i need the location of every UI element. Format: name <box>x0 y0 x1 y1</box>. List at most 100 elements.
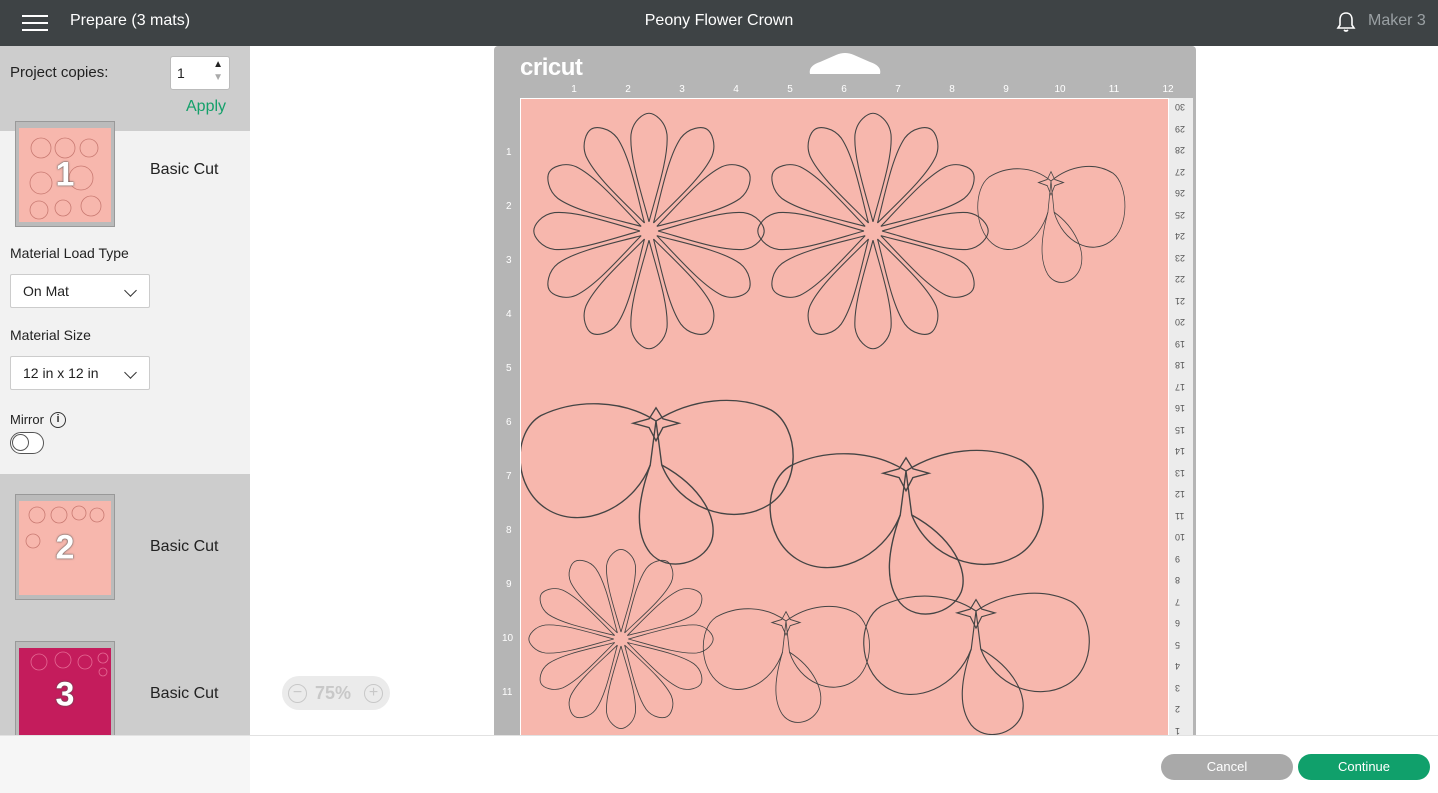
cut-shapes <box>519 112 1126 735</box>
ruler-tick-label: 1 <box>571 84 577 95</box>
flower-shape <box>533 112 765 350</box>
ruler-tick-label: 11 <box>1175 510 1185 521</box>
mat-hanger-icon <box>809 53 881 74</box>
mat-row-2[interactable]: 2 Basic Cut <box>0 474 250 621</box>
flower-shape <box>702 605 870 723</box>
material-size-label: Material Size <box>10 327 91 343</box>
spin-down-icon[interactable]: ▼ <box>213 72 223 83</box>
zoom-out-icon[interactable]: − <box>288 684 307 703</box>
ruler-tick-label: 17 <box>1175 381 1186 392</box>
ruler-tick-label: 12 <box>1175 489 1186 499</box>
hamburger-icon[interactable] <box>22 12 48 34</box>
mat-thumbnail-surface: 1 <box>19 128 111 222</box>
ruler-tick-label: 6 <box>841 84 847 95</box>
ruler-tick-label: 2 <box>1175 704 1181 714</box>
ruler-tick-label: 4 <box>733 84 739 95</box>
ruler-tick-label: 11 <box>1108 84 1120 95</box>
project-copies-label: Project copies: <box>10 64 109 81</box>
ruler-tick-label: 20 <box>1175 317 1186 327</box>
ruler-tick-label: 7 <box>1175 596 1181 607</box>
ruler-tick-label: 13 <box>1175 467 1186 478</box>
ruler-tick-label: 4 <box>506 309 512 320</box>
ruler-tick-label: 18 <box>1175 360 1186 370</box>
mat-row-1[interactable]: 1 Basic Cut Material Load Type On Mat Ma… <box>0 121 250 474</box>
chevron-down-icon <box>124 366 137 379</box>
ruler-tick-label: 16 <box>1175 403 1186 413</box>
sidebar: Project copies: 1 ▲ ▼ Apply 1 Basic Cut <box>0 46 250 735</box>
ruler-tick-label: 3 <box>506 255 512 266</box>
continue-button[interactable]: Continue <box>1298 754 1430 780</box>
ruler-tick-label: 2 <box>625 84 631 95</box>
flower-shape <box>528 548 714 730</box>
ruler-tick-label: 8 <box>506 525 512 536</box>
ruler-tick-label: 1 <box>506 147 512 158</box>
machine-selector[interactable]: Maker 3 <box>1368 12 1426 30</box>
material-load-type-label: Material Load Type <box>10 245 129 261</box>
cricut-logo: cricut <box>520 54 583 81</box>
ruler-tick-label: 7 <box>895 84 901 95</box>
ruler-tick-label: 10 <box>1175 532 1186 542</box>
ruler-tick-label: 6 <box>1175 618 1181 628</box>
ruler-tick-label: 4 <box>1175 661 1181 671</box>
ruler-tick-label: 14 <box>1175 446 1186 456</box>
ruler-tick-label: 25 <box>1175 209 1186 220</box>
project-title: Peony Flower Crown <box>644 12 794 29</box>
ruler-tick-label: 28 <box>1175 145 1186 155</box>
project-copies-input[interactable]: 1 ▲ ▼ <box>170 56 230 90</box>
toggle-knob <box>12 434 29 451</box>
ruler-tick-label: 15 <box>1175 424 1186 435</box>
ruler-tick-label: 11 <box>502 687 513 698</box>
ruler-tick-label: 9 <box>506 579 512 590</box>
ruler-tick-label: 19 <box>1175 338 1186 349</box>
material-load-type-value: On Mat <box>23 283 69 299</box>
mat-preview-canvas[interactable]: cricut 1 2 3 4 5 6 7 8 9 10 11 12 1 2 3 4 5 6 7 8 9 10 11 30 2… <box>250 46 1438 735</box>
ruler-tick-label: 27 <box>1175 166 1186 177</box>
spin-up-icon[interactable]: ▲ <box>213 59 223 70</box>
ruler-tick-label: 10 <box>1054 84 1066 95</box>
project-copies-value: 1 <box>177 65 185 81</box>
mirror-toggle[interactable] <box>10 432 44 454</box>
ruler-tick-label: 29 <box>1175 123 1186 134</box>
mat-thumbnail-1[interactable]: 1 <box>15 121 115 227</box>
bell-icon[interactable] <box>1336 11 1356 33</box>
mat-cut-area[interactable] <box>519 98 1169 735</box>
ruler-tick-label: 30 <box>1175 102 1186 112</box>
mat-label-1: Basic Cut <box>150 161 219 178</box>
ruler-tick-label: 5 <box>506 363 512 374</box>
mat-row-3[interactable]: 3 Basic Cut <box>0 621 250 735</box>
ruler-tick-label: 9 <box>1175 553 1181 564</box>
ruler-tick-label: 2 <box>506 201 512 212</box>
project-copies-panel: Project copies: 1 ▲ ▼ Apply <box>0 46 250 131</box>
ruler-tick-label: 8 <box>1175 575 1181 585</box>
ruler-tick-label: 3 <box>1175 682 1181 693</box>
flower-shape <box>769 449 1044 615</box>
ruler-tick-label: 22 <box>1175 274 1186 284</box>
mat-thumbnail-surface: 3 <box>19 648 111 735</box>
mat-thumbnail-3[interactable]: 3 <box>15 641 115 735</box>
ruler-tick-label: 3 <box>679 84 685 95</box>
info-icon[interactable]: i <box>50 412 66 428</box>
ruler-tick-label: 24 <box>1175 231 1186 241</box>
cutting-mat: cricut 1 2 3 4 5 6 7 8 9 10 11 12 1 2 3 4 5 6 7 8 9 10 11 30 2… <box>494 46 1196 735</box>
mat-number-2: 2 <box>55 528 75 567</box>
ruler-tick-label: 1 <box>1175 725 1181 736</box>
ruler-tick-label: 6 <box>506 417 512 428</box>
mat-number-3: 3 <box>55 675 75 714</box>
apply-button[interactable]: Apply <box>186 98 226 116</box>
flower-shape <box>757 112 989 350</box>
ruler-tick-label: 5 <box>787 84 793 95</box>
ruler-tick-label: 21 <box>1175 295 1186 306</box>
cancel-button[interactable]: Cancel <box>1161 754 1293 780</box>
zoom-in-icon[interactable]: + <box>364 684 383 703</box>
zoom-level: 75% <box>315 683 352 703</box>
zoom-control: − 75% + <box>282 676 390 710</box>
material-size-select[interactable]: 12 in x 12 in <box>10 356 150 390</box>
mat-label-3: Basic Cut <box>150 685 219 702</box>
ruler-tick-label: 23 <box>1175 252 1186 263</box>
mat-label-2: Basic Cut <box>150 538 219 555</box>
top-bar: Prepare (3 mats) Peony Flower Crown Make… <box>0 0 1438 46</box>
mat-thumbnail-2[interactable]: 2 <box>15 494 115 600</box>
material-load-type-select[interactable]: On Mat <box>10 274 150 308</box>
footer: Cancel Continue <box>0 735 1438 793</box>
ruler-tick-label: 9 <box>1003 84 1009 95</box>
